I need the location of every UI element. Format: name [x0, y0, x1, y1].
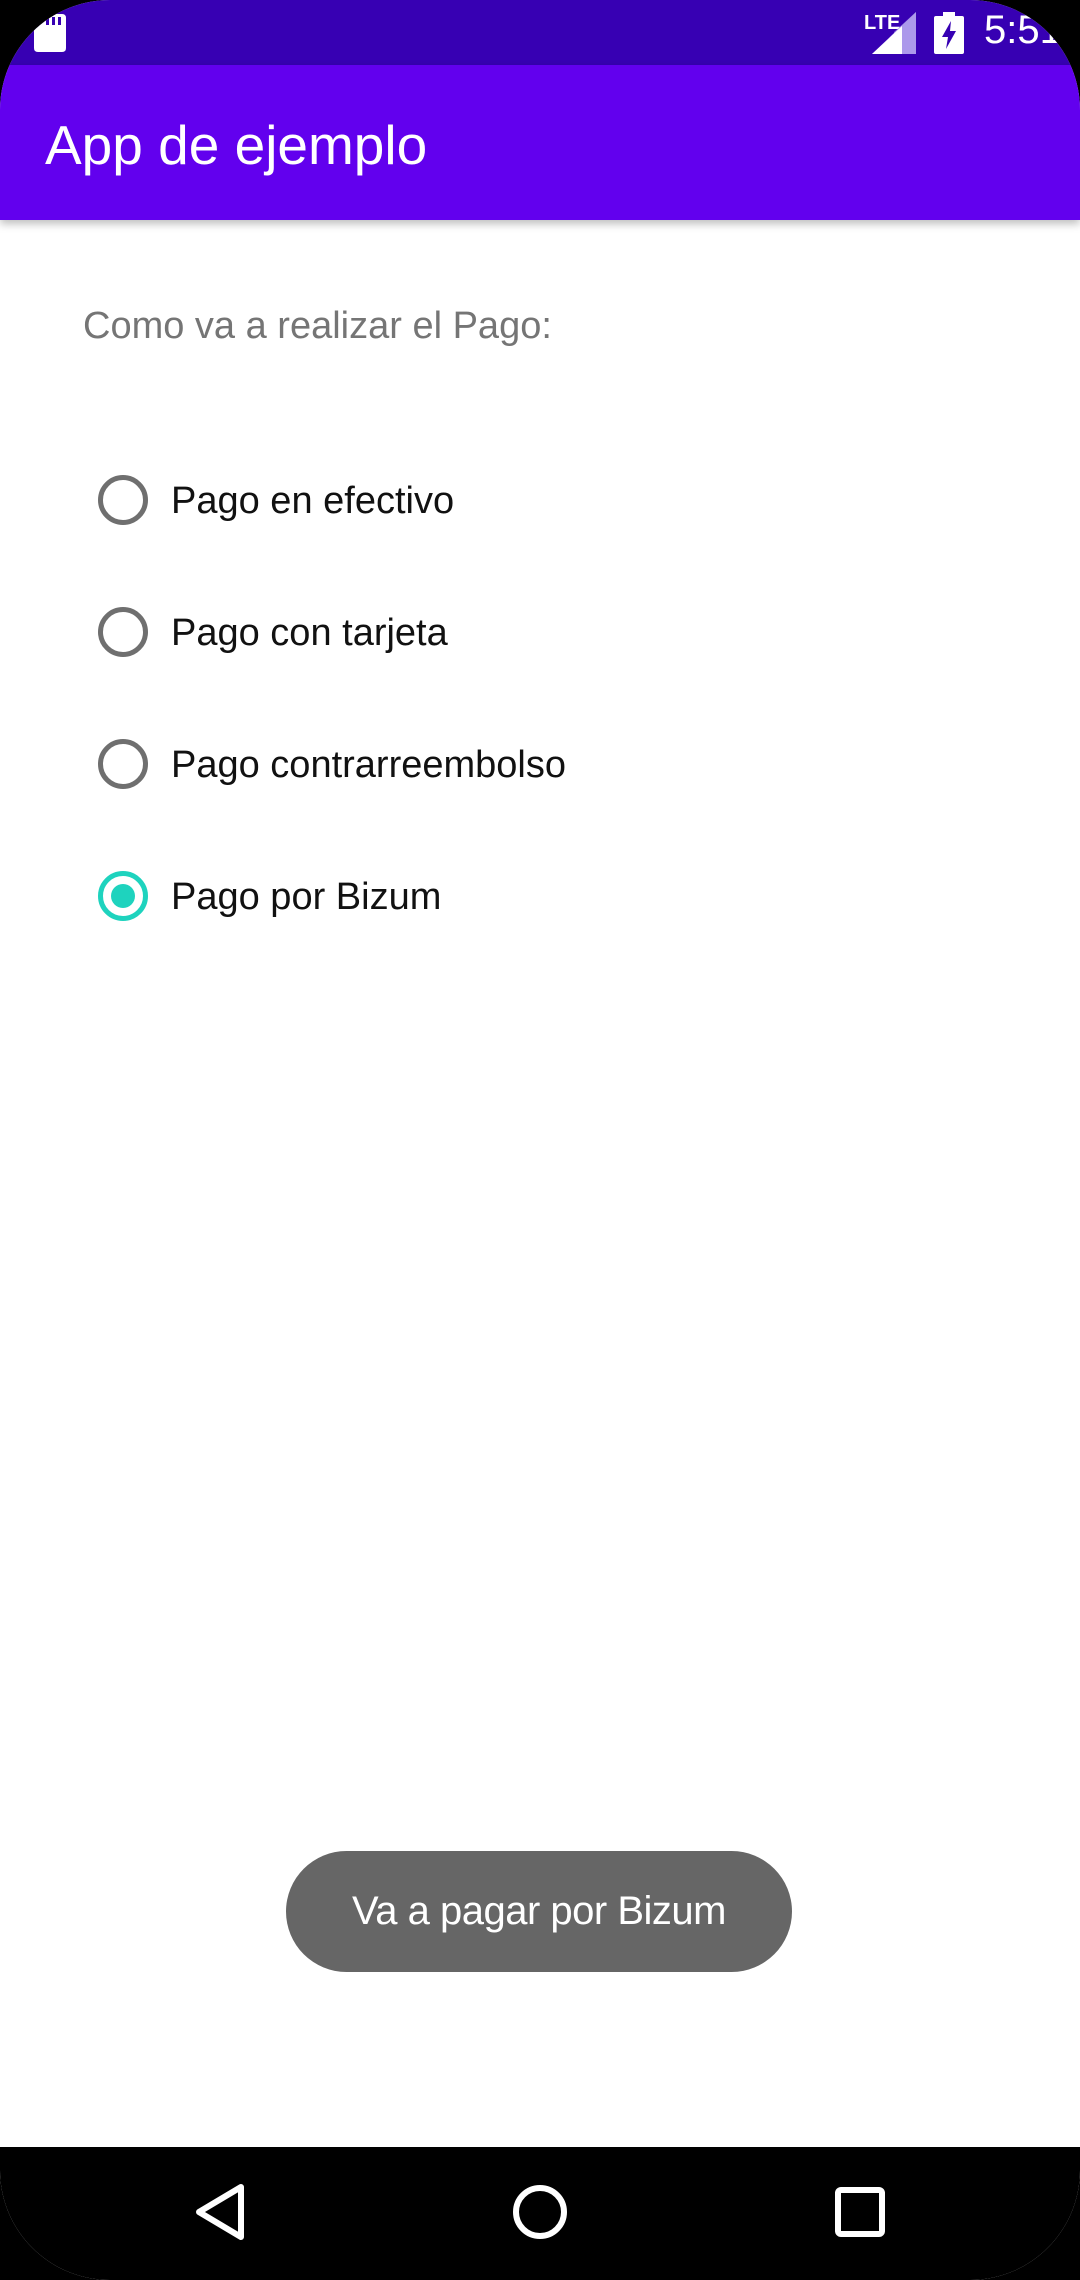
toast-message: Va a pagar por Bizum	[352, 1889, 726, 1933]
app-bar: App de ejemplo	[0, 65, 1080, 220]
radio-label: Pago en efectivo	[171, 480, 455, 522]
home-icon[interactable]	[505, 2177, 575, 2247]
signal-icon	[872, 12, 916, 54]
payment-prompt: Como va a realizar el Pago:	[83, 305, 552, 347]
radio-option-efectivo[interactable]: Pago en efectivo	[95, 465, 795, 597]
app-title: App de ejemplo	[45, 114, 428, 176]
radio-label: Pago por Bizum	[171, 876, 442, 918]
radio-button-unchecked[interactable]	[98, 475, 148, 525]
radio-button-checked[interactable]	[98, 871, 148, 921]
radio-label: Pago contrarreembolso	[171, 744, 566, 786]
toast: Va a pagar por Bizum	[286, 1851, 792, 1972]
radio-option-tarjeta[interactable]: Pago con tarjeta	[95, 597, 795, 729]
sd-card-icon	[34, 14, 66, 52]
back-icon[interactable]	[185, 2177, 255, 2247]
radio-option-contrarreembolso[interactable]: Pago contrarreembolso	[95, 729, 795, 861]
status-bar: LTE 5:51	[0, 0, 1080, 65]
phone-screen: LTE 5:51 App de ejemplo Como va a realiz…	[0, 0, 1080, 2280]
radio-button-unchecked[interactable]	[98, 607, 148, 657]
recents-icon[interactable]	[825, 2177, 895, 2247]
radio-label: Pago con tarjeta	[171, 612, 448, 654]
clock: 5:51	[984, 8, 1062, 52]
payment-radio-group: Pago en efectivo Pago con tarjeta Pago c…	[95, 465, 795, 993]
radio-button-unchecked[interactable]	[98, 739, 148, 789]
radio-option-bizum[interactable]: Pago por Bizum	[95, 861, 795, 993]
navigation-bar	[0, 2147, 1080, 2280]
battery-charging-icon	[934, 12, 964, 54]
